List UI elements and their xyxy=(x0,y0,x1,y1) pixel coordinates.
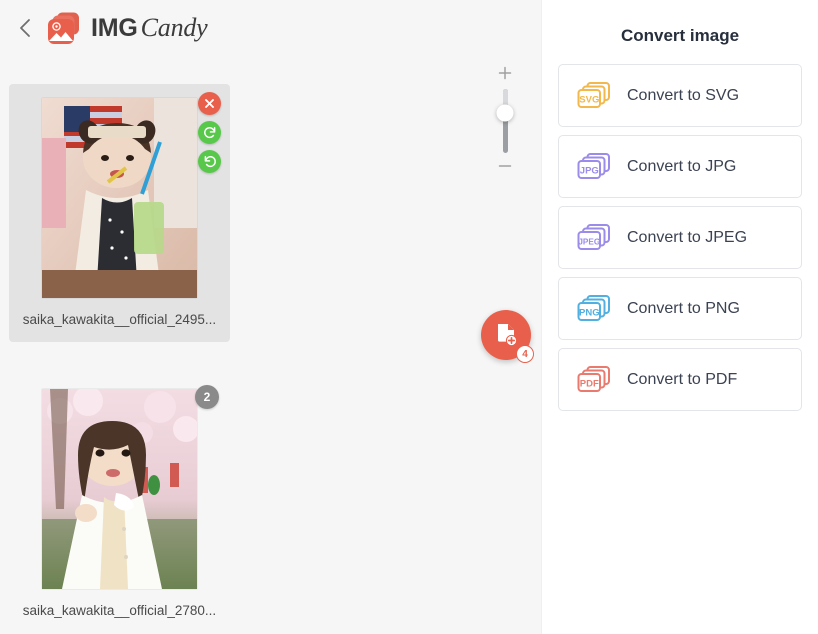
thumbnail-card-1[interactable]: saika_kawakita__official_2495... xyxy=(9,84,230,342)
svg-text:JPG: JPG xyxy=(580,165,599,176)
close-x-icon xyxy=(204,98,215,109)
thumbnail-actions-1 xyxy=(198,92,221,173)
convert-to-svg-button[interactable]: SVG Convert to SVG xyxy=(558,64,802,127)
convert-panel: Convert image SVG Convert to SVG JPG Con… xyxy=(541,0,818,634)
convert-to-jpeg-button[interactable]: JPEG Convert to JPEG xyxy=(558,206,802,269)
convert-options-list: SVG Convert to SVG JPG Convert to JPG JP… xyxy=(558,64,802,418)
add-file-icon xyxy=(493,322,519,348)
pdf-file-icon: PDF xyxy=(577,365,611,395)
workspace-pane: IMG Candy saika_kawakita__official_2495.… xyxy=(0,0,541,634)
chevron-left-icon xyxy=(18,18,32,38)
rotate-clockwise-icon xyxy=(203,126,217,140)
brand-name-img: IMG xyxy=(91,14,138,42)
rotate-counterclockwise-icon xyxy=(203,155,217,169)
svg-file-icon: SVG xyxy=(577,81,611,111)
minus-icon xyxy=(498,159,512,176)
thumbnail-image-2[interactable] xyxy=(42,389,197,589)
zoom-control xyxy=(487,66,523,176)
add-files-button[interactable]: 4 xyxy=(481,310,534,363)
thumbnail-filename-1: saika_kawakita__official_2495... xyxy=(22,312,217,327)
convert-to-pdf-button[interactable]: PDF Convert to PDF xyxy=(558,348,802,411)
thumbnail-image-1[interactable] xyxy=(42,98,197,298)
jpg-file-icon: JPG xyxy=(577,152,611,182)
img-candy-logo-icon xyxy=(46,10,82,46)
rotate-right-button[interactable] xyxy=(198,121,221,144)
convert-to-pdf-label: Convert to PDF xyxy=(627,370,738,388)
svg-text:PDF: PDF xyxy=(580,378,599,389)
convert-to-jpg-label: Convert to JPG xyxy=(627,157,737,175)
zoom-slider-track[interactable] xyxy=(496,88,514,154)
zoom-slider-handle[interactable] xyxy=(496,104,514,122)
convert-to-jpeg-label: Convert to JPEG xyxy=(627,228,748,246)
thumbnail-grid: saika_kawakita__official_2495... saika_k… xyxy=(0,84,470,634)
thumbnail-filename-2: saika_kawakita__official_2780... xyxy=(22,603,217,618)
svg-text:PNG: PNG xyxy=(579,307,600,318)
convert-to-png-label: Convert to PNG xyxy=(627,299,740,317)
png-file-icon: PNG xyxy=(577,294,611,324)
panel-title: Convert image xyxy=(620,26,740,45)
zoom-in-button[interactable] xyxy=(494,66,516,84)
brand-logo[interactable]: IMG Candy xyxy=(46,10,208,46)
convert-to-jpg-button[interactable]: JPG Convert to JPG xyxy=(558,135,802,198)
plus-icon xyxy=(498,66,512,83)
convert-to-png-button[interactable]: PNG Convert to PNG xyxy=(558,277,802,340)
add-files-count-badge: 4 xyxy=(516,345,534,363)
brand-name: IMG Candy xyxy=(91,13,208,43)
thumbnail-card-2[interactable]: saika_kawakita__official_2780... 2 xyxy=(9,375,230,633)
jpeg-file-icon: JPEG xyxy=(577,223,611,253)
convert-to-svg-label: Convert to SVG xyxy=(627,86,740,104)
zoom-out-button[interactable] xyxy=(494,158,516,176)
svg-text:JPEG: JPEG xyxy=(578,237,600,246)
thumbnail-index-badge-2: 2 xyxy=(195,385,219,409)
top-bar: IMG Candy xyxy=(0,0,541,56)
back-button[interactable] xyxy=(8,11,42,45)
img-candy-app: IMG Candy saika_kawakita__official_2495.… xyxy=(0,0,818,634)
brand-name-candy: Candy xyxy=(140,13,208,42)
delete-image-button[interactable] xyxy=(198,92,221,115)
rotate-left-button[interactable] xyxy=(198,150,221,173)
svg-text:SVG: SVG xyxy=(579,94,599,105)
